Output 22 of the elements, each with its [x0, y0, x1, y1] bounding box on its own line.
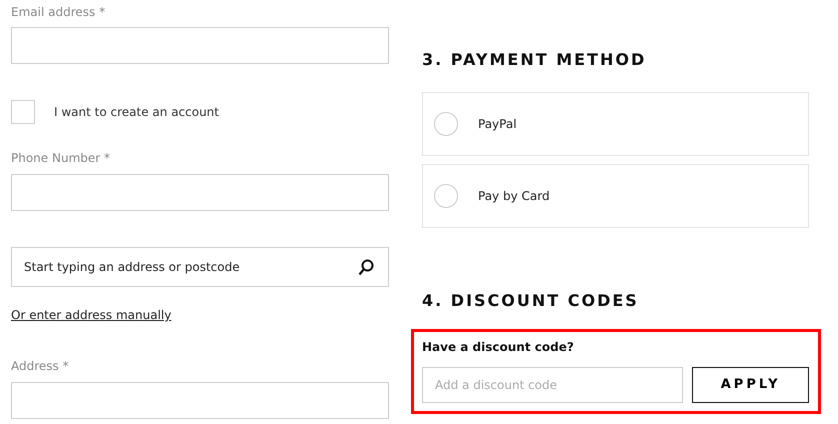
address-field[interactable] [11, 382, 389, 419]
enter-address-manually-link[interactable]: Or enter address manually [11, 308, 172, 322]
checkbox[interactable] [11, 100, 35, 124]
radio-button[interactable] [434, 112, 458, 136]
field-label: Phone Number * [11, 150, 112, 166]
field-label: Address * [11, 358, 70, 374]
checkbox-label: I want to create an account [54, 104, 219, 121]
payment-option[interactable]: Pay by Card [422, 164, 809, 228]
option-label: PayPal [478, 116, 517, 133]
section-heading: 3. PAYMENT METHOD [422, 50, 648, 70]
discount-label: Have a discount code? [422, 339, 575, 356]
section-heading: 4. DISCOUNT CODES [422, 291, 640, 311]
address-search-field[interactable]: Start typing an address or postcode [11, 247, 389, 287]
email-field[interactable] [11, 27, 389, 64]
apply-button[interactable]: APPLY [692, 367, 809, 403]
radio-button[interactable] [434, 184, 458, 208]
payment-option[interactable]: PayPal [422, 92, 809, 156]
search-icon [358, 259, 374, 276]
field-label: Email address * [11, 4, 106, 20]
phone-field[interactable] [11, 174, 389, 211]
option-label: Pay by Card [478, 188, 550, 205]
discount-code-field[interactable]: Add a discount code [422, 367, 684, 403]
